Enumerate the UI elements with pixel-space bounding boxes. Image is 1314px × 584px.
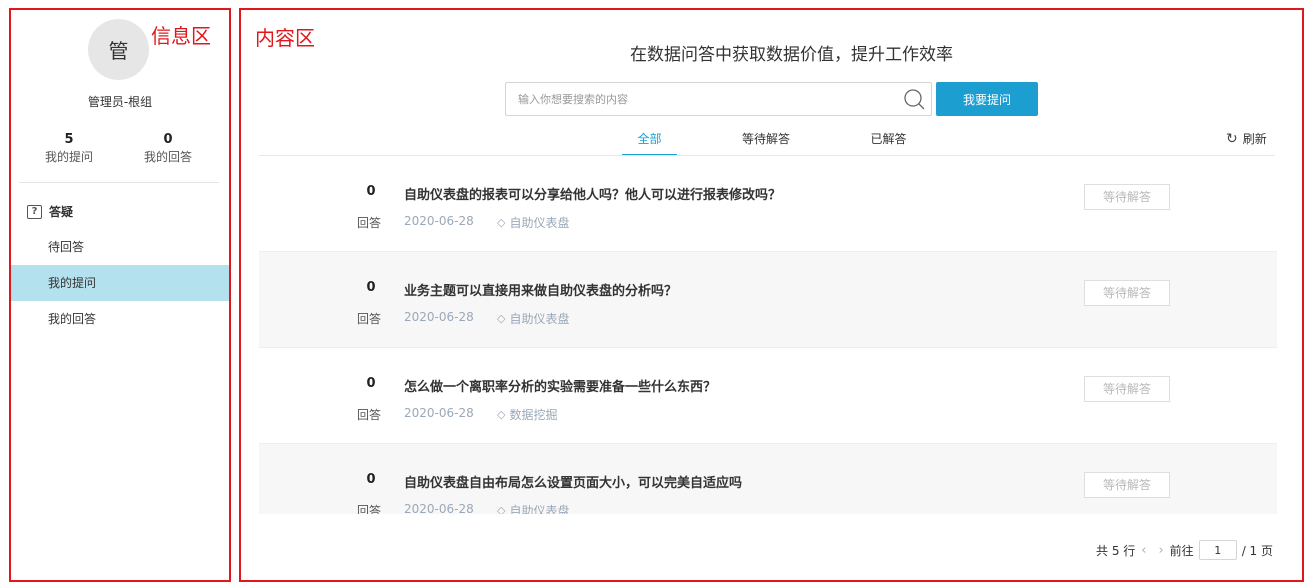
question-tag[interactable]: ◇ 自助仪表盘 [497,214,569,231]
avatar[interactable]: 管 [88,19,149,80]
stat-my-answers[interactable]: 0 我的回答 [128,132,208,166]
answer-count-label: 回答 [357,312,382,326]
question-date: 2020-06-28 [404,310,474,324]
stat-label: 我的提问 [44,150,93,164]
divider [19,182,219,183]
question-row[interactable]: 0 回答 业务主题可以直接用来做自助仪表盘的分析吗？ 2020-06-28 ◇ 自… [259,252,1277,348]
menu-item-my-answers[interactable]: 我的回答 [11,301,229,337]
search-box [505,82,932,116]
question-tag[interactable]: ◇ 数据挖掘 [497,406,557,423]
pagination-total-pages: / 1 页 [1241,543,1273,558]
question-tag[interactable]: ◇ 自助仪表盘 [497,502,569,514]
question-date: 2020-06-28 [404,502,474,514]
tab-answered[interactable]: 已解答 [861,130,916,156]
next-page-icon[interactable]: › [1158,543,1163,558]
question-row[interactable]: 0 回答 自助仪表盘的报表可以分享给他人吗？他人可以进行报表修改吗？ 2020-… [259,156,1277,252]
user-name: 管理员-根组 [87,95,153,109]
tab-waiting[interactable]: 等待解答 [731,130,801,156]
question-date: 2020-06-28 [404,406,474,420]
refresh-button[interactable]: ↻ 刷新 [1226,130,1267,147]
answer-count: 0 [366,376,376,391]
pagination-total: 共 5 行 [1096,543,1136,558]
question-title[interactable]: 业务主题可以直接用来做自助仪表盘的分析吗？ [404,280,677,299]
avatar-char: 管 [108,39,129,63]
question-list: 0 回答 自助仪表盘的报表可以分享给他人吗？他人可以进行报表修改吗？ 2020-… [259,156,1277,514]
refresh-label: 刷新 [1242,132,1267,146]
tag-icon: ◇ [497,312,506,325]
goto-label: 前往 [1169,543,1194,558]
ask-question-button[interactable]: 我要提问 [936,82,1038,116]
answer-count: 0 [366,184,376,199]
info-area: 管 信息区 管理员-根组 5 我的提问 0 我的回答 ? 答疑 待回答 我的提问… [9,8,231,582]
question-row[interactable]: 0 回答 怎么做一个离职率分析的实验需要准备一些什么东西？ 2020-06-28… [259,348,1277,444]
content-area: 内容区 在数据问答中获取数据价值，提升工作效率 我要提问 全部 等待解答 已解答… [239,8,1304,582]
search-icon[interactable] [903,88,925,110]
answer-count: 0 [366,280,376,295]
question-tag-label: 自助仪表盘 [509,504,570,514]
status-badge: 等待解答 [1084,472,1170,498]
answer-count-label: 回答 [357,504,382,514]
refresh-icon: ↻ [1226,130,1238,147]
question-tag-label: 自助仪表盘 [509,216,570,230]
search-input[interactable] [506,83,886,115]
question-tag-label: 数据挖掘 [509,408,558,422]
answer-count-label: 回答 [357,216,382,230]
question-tag-label: 自助仪表盘 [509,312,570,326]
info-area-tag: 信息区 [151,24,211,48]
tab-all[interactable]: 全部 [622,130,677,156]
menu-group-label: 答疑 [49,205,74,219]
menu-item-pending-answer[interactable]: 待回答 [11,229,229,265]
tag-icon: ◇ [497,408,506,421]
question-row[interactable]: 0 回答 自助仪表盘自由布局怎么设置页面大小，可以完美自适应吗 2020-06-… [259,444,1277,514]
pagination: 共 5 行 ‹ › 前往 / 1 页 [1096,540,1273,560]
stat-value: 0 [163,132,173,147]
page-number-input[interactable] [1198,540,1237,560]
page-title: 在数据问答中获取数据价值，提升工作效率 [630,45,953,65]
status-badge: 等待解答 [1084,376,1170,402]
question-title[interactable]: 自助仪表盘的报表可以分享给他人吗？他人可以进行报表修改吗？ [404,184,781,203]
question-tag[interactable]: ◇ 自助仪表盘 [497,310,569,327]
tag-icon: ◇ [497,216,506,229]
prev-page-icon[interactable]: ‹ [1141,543,1146,558]
tag-icon: ◇ [497,504,506,514]
answer-count-label: 回答 [357,408,382,422]
menu-group-qa[interactable]: ? 答疑 [27,203,73,220]
question-title[interactable]: 怎么做一个离职率分析的实验需要准备一些什么东西？ [404,376,716,395]
status-badge: 等待解答 [1084,280,1170,306]
question-title[interactable]: 自助仪表盘自由布局怎么设置页面大小，可以完美自适应吗 [404,472,742,491]
status-badge: 等待解答 [1084,184,1170,210]
stat-value: 5 [64,132,74,147]
menu-item-my-questions[interactable]: 我的提问 [11,265,229,301]
answer-count: 0 [366,472,376,487]
question-date: 2020-06-28 [404,214,474,228]
stat-my-questions[interactable]: 5 我的提问 [29,132,109,166]
stat-label: 我的回答 [143,150,192,164]
question-icon: ? [27,204,42,219]
